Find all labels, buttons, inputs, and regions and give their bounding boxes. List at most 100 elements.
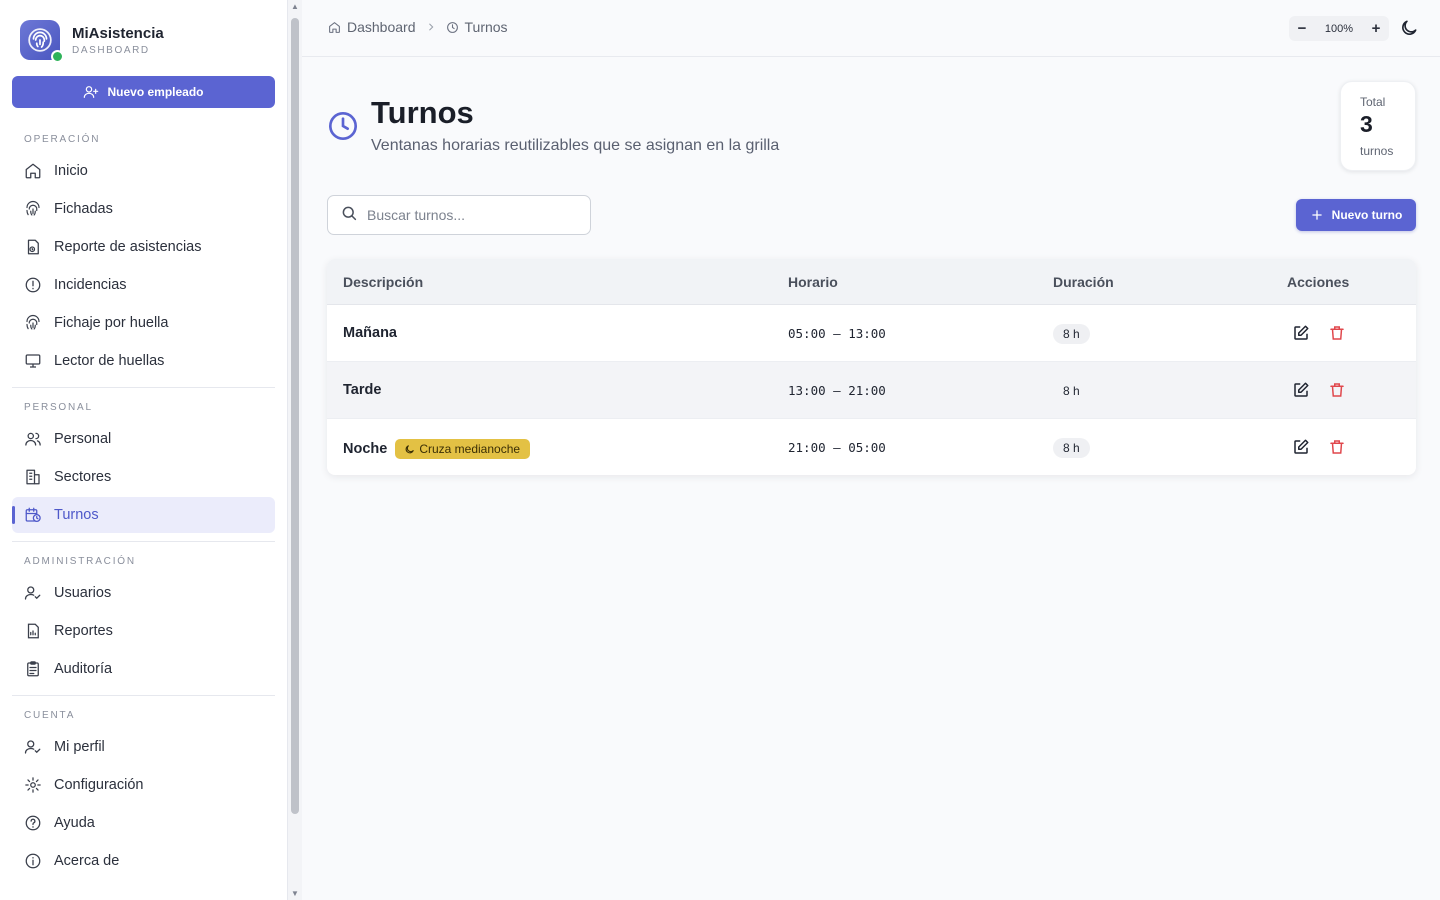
sidebar-item-label: Mi perfil: [54, 739, 105, 755]
sidebar-item-label: Usuarios: [54, 585, 112, 601]
sidebar-item-label: Sectores: [54, 469, 112, 485]
clock-icon: [446, 21, 459, 34]
user-check-icon: [24, 738, 42, 756]
fingerprint-icon: [24, 200, 42, 218]
shifts-table: Descripción Horario Duración Acciones Ma…: [327, 259, 1416, 475]
new-shift-label: Nuevo turno: [1331, 208, 1403, 222]
zoom-level: 100%: [1324, 22, 1354, 35]
column-header-acciones: Acciones: [1287, 274, 1350, 290]
new-employee-button[interactable]: Nuevo empleado: [12, 76, 275, 108]
sidebar-item-incidencias[interactable]: Incidencias: [12, 267, 275, 303]
sidebar-item-fichadas[interactable]: Fichadas: [12, 191, 275, 227]
sidebar-item-label: Inicio: [54, 163, 88, 179]
trash-icon[interactable]: [1328, 324, 1346, 347]
search-box: [327, 195, 591, 235]
shift-schedule: 05:00 – 13:00: [788, 326, 886, 341]
topbar: Dashboard Turnos − 100% +: [302, 0, 1440, 57]
column-header-duracion[interactable]: Duración: [1053, 274, 1114, 290]
dark-mode-moon-icon[interactable]: [1399, 18, 1419, 43]
trash-icon[interactable]: [1328, 381, 1346, 404]
scroll-down-arrow-icon[interactable]: ▼: [291, 889, 299, 898]
column-header-horario[interactable]: Horario: [788, 274, 838, 290]
fingerprint-logo-icon: [20, 20, 64, 63]
badge-label: Cruza medianoche: [419, 442, 521, 456]
sidebar: MiAsistencia DASHBOARD Nuevo empleado OP…: [0, 0, 288, 900]
sidebar-item-label: Reportes: [54, 623, 113, 639]
calendar-clock-icon: [24, 506, 42, 524]
section-label-administracion: ADMINISTRACIÓN: [24, 556, 136, 567]
zoom-out-button[interactable]: −: [1295, 20, 1309, 37]
scroll-thumb[interactable]: [291, 18, 299, 814]
user-check-icon: [24, 584, 42, 602]
sidebar-item-sectores[interactable]: Sectores: [12, 459, 275, 495]
info-icon: [24, 852, 42, 870]
sidebar-item-label: Fichadas: [54, 201, 113, 217]
search-icon: [340, 204, 358, 227]
sidebar-item-label: Incidencias: [54, 277, 127, 293]
online-status-dot: [51, 50, 64, 63]
table-row[interactable]: Mañana 05:00 – 13:00 8 h: [327, 305, 1416, 362]
breadcrumb-turnos: Turnos: [464, 19, 508, 35]
file-chart-icon: [24, 622, 42, 640]
sidebar-item-reporte-asistencias[interactable]: Reporte de asistencias: [12, 229, 275, 265]
clipboard-icon: [24, 660, 42, 678]
sidebar-item-fichaje-huella[interactable]: Fichaje por huella: [12, 305, 275, 341]
sidebar-item-inicio[interactable]: Inicio: [12, 153, 275, 189]
total-label: Total: [1360, 95, 1386, 109]
edit-icon[interactable]: [1292, 381, 1310, 404]
sidebar-scrollbar[interactable]: ▲ ▼: [288, 0, 302, 900]
report-icon: [24, 238, 42, 256]
plus-icon: [1311, 210, 1322, 220]
sidebar-item-label: Turnos: [54, 507, 99, 523]
new-shift-button[interactable]: Nuevo turno: [1296, 199, 1416, 231]
brand-name: MiAsistencia: [72, 24, 164, 42]
section-label-operacion: OPERACIÓN: [24, 134, 101, 145]
sidebar-item-personal[interactable]: Personal: [12, 421, 275, 457]
sidebar-item-turnos[interactable]: Turnos: [12, 497, 275, 533]
sidebar-item-reportes[interactable]: Reportes: [12, 613, 275, 649]
shift-schedule: 13:00 – 21:00: [788, 383, 886, 398]
search-input[interactable]: [367, 207, 567, 223]
breadcrumb: Dashboard Turnos: [328, 19, 508, 35]
sidebar-item-label: Lector de huellas: [54, 353, 165, 369]
table-row[interactable]: Noche Cruza medianoche 21:00 – 05:00 8 h: [327, 419, 1416, 475]
sidebar-item-label: Acerca de: [54, 853, 120, 869]
sidebar-item-acerca-de[interactable]: Acerca de: [12, 843, 275, 879]
sidebar-item-configuracion[interactable]: Configuración: [12, 767, 275, 803]
crosses-midnight-badge: Cruza medianoche: [395, 439, 531, 459]
section-label-cuenta: CUENTA: [24, 710, 76, 721]
scroll-up-arrow-icon[interactable]: ▲: [291, 2, 299, 11]
brand[interactable]: MiAsistencia DASHBOARD: [20, 20, 164, 63]
sidebar-item-lector-huellas[interactable]: Lector de huellas: [12, 343, 275, 379]
edit-icon[interactable]: [1292, 324, 1310, 347]
alert-circle-icon: [24, 276, 42, 294]
users-icon: [24, 430, 42, 448]
sidebar-item-auditoria[interactable]: Auditoría: [12, 651, 275, 687]
monitor-icon: [24, 352, 42, 370]
new-employee-label: Nuevo empleado: [107, 85, 204, 99]
total-value: 3: [1360, 111, 1373, 137]
total-card: Total 3 turnos: [1340, 81, 1416, 171]
sidebar-item-mi-perfil[interactable]: Mi perfil: [12, 729, 275, 765]
shift-description: Noche: [343, 441, 388, 457]
clock-icon: [327, 110, 359, 147]
edit-icon[interactable]: [1292, 438, 1310, 461]
fingerprint-icon: [24, 314, 42, 332]
sidebar-item-label: Fichaje por huella: [54, 315, 169, 331]
table-row[interactable]: Tarde 13:00 – 21:00 8 h: [327, 362, 1416, 419]
sidebar-item-label: Configuración: [54, 777, 144, 793]
page-subtitle: Ventanas horarias reutilizables que se a…: [371, 137, 780, 154]
table-header: Descripción Horario Duración Acciones: [327, 259, 1416, 305]
breadcrumb-dashboard[interactable]: Dashboard: [347, 19, 416, 35]
home-icon: [24, 162, 42, 180]
chevron-right-icon: [426, 22, 436, 32]
sidebar-item-ayuda[interactable]: Ayuda: [12, 805, 275, 841]
column-header-descripcion[interactable]: Descripción: [343, 274, 423, 290]
section-label-personal: PERSONAL: [24, 402, 93, 413]
shift-description: Mañana: [343, 325, 397, 341]
zoom-in-button[interactable]: +: [1369, 20, 1383, 37]
sidebar-item-usuarios[interactable]: Usuarios: [12, 575, 275, 611]
shift-schedule: 21:00 – 05:00: [788, 440, 886, 455]
sidebar-item-label: Reporte de asistencias: [54, 239, 202, 255]
trash-icon[interactable]: [1328, 438, 1346, 461]
